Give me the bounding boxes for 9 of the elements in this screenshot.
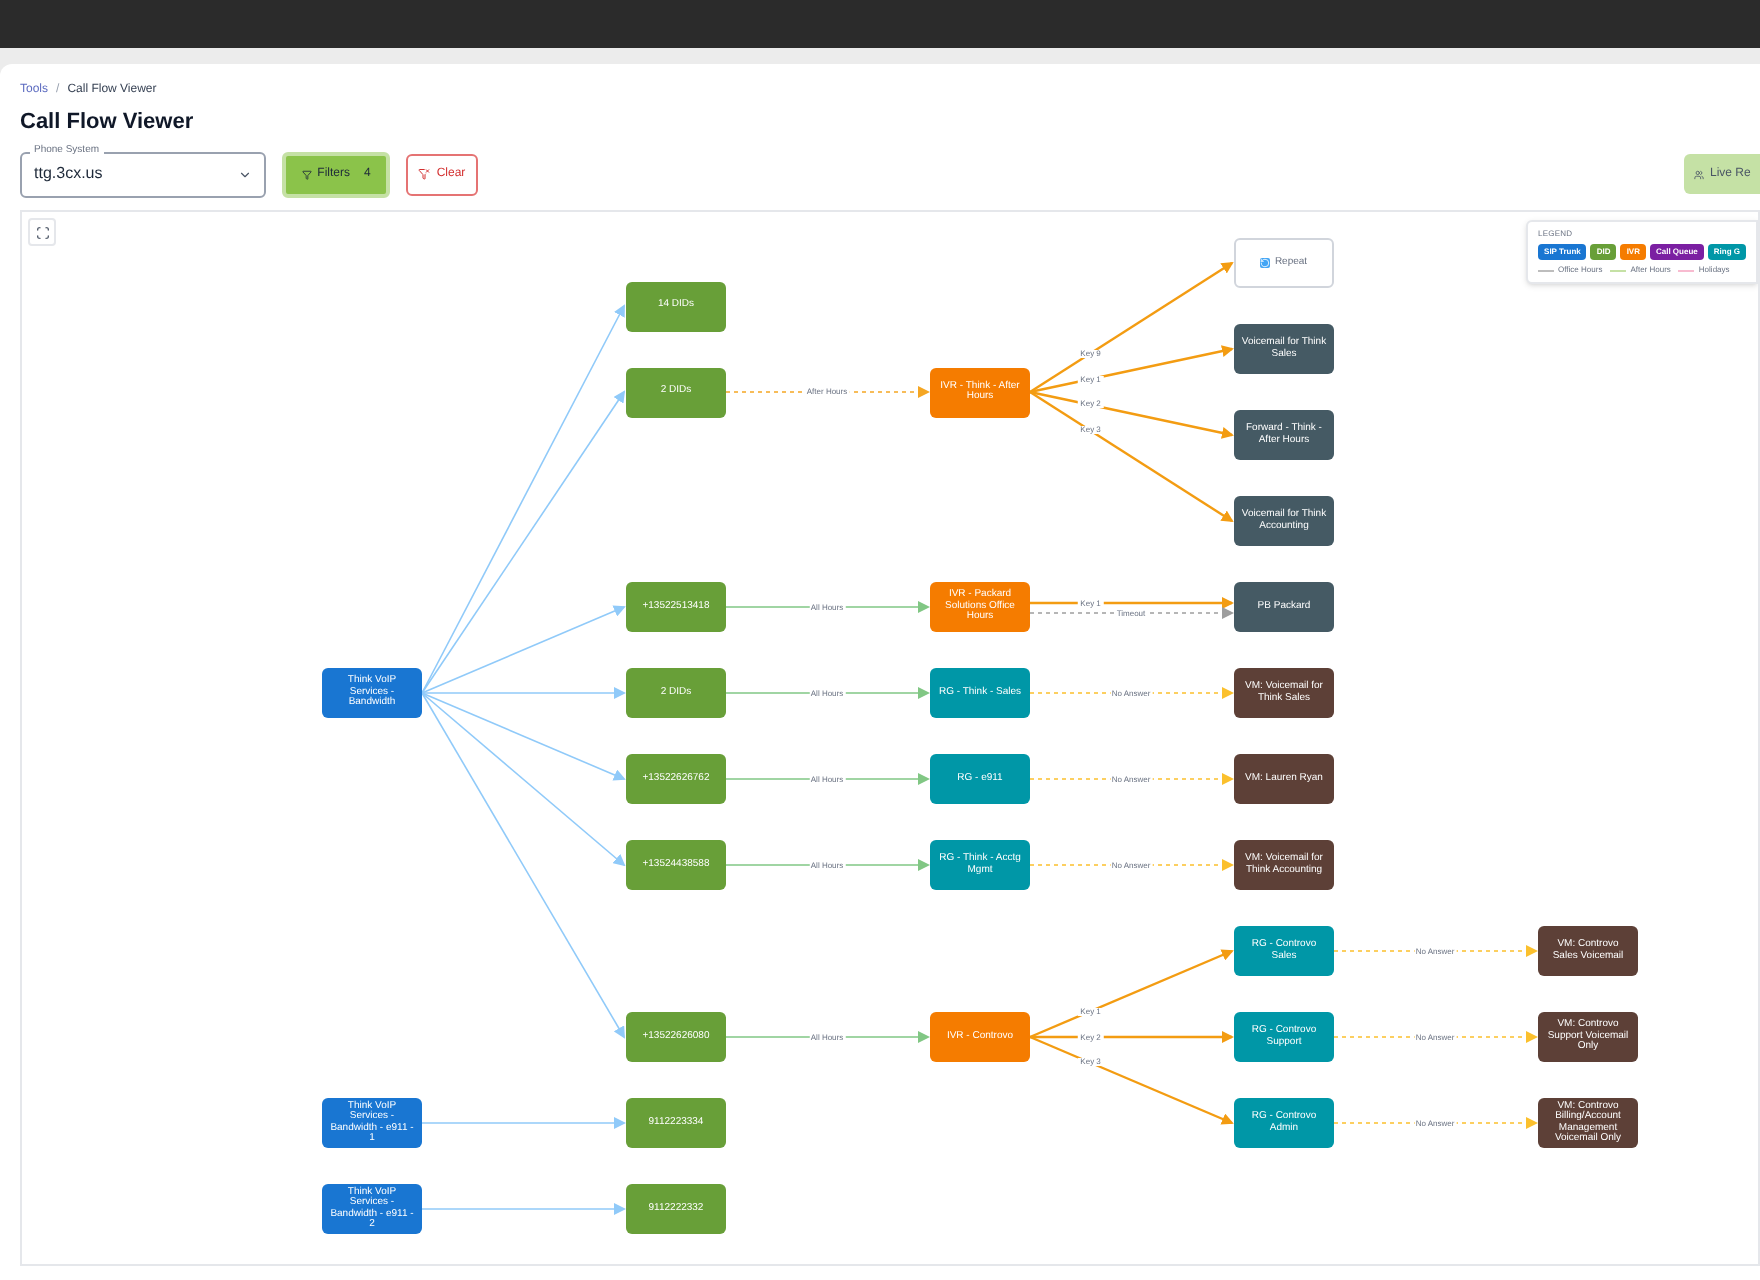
repeat-icon (1260, 258, 1271, 268)
select-value: ttg.3cx.us (34, 162, 103, 186)
clear-filter-icon (418, 168, 431, 180)
page-title: Call Flow Viewer (20, 112, 196, 134)
dropdown-caret-icon (238, 167, 252, 181)
users-icon (1694, 169, 1704, 179)
filter-icon (301, 169, 312, 179)
fit-view-icon (35, 225, 49, 239)
fit-view-button[interactable] (28, 218, 56, 246)
